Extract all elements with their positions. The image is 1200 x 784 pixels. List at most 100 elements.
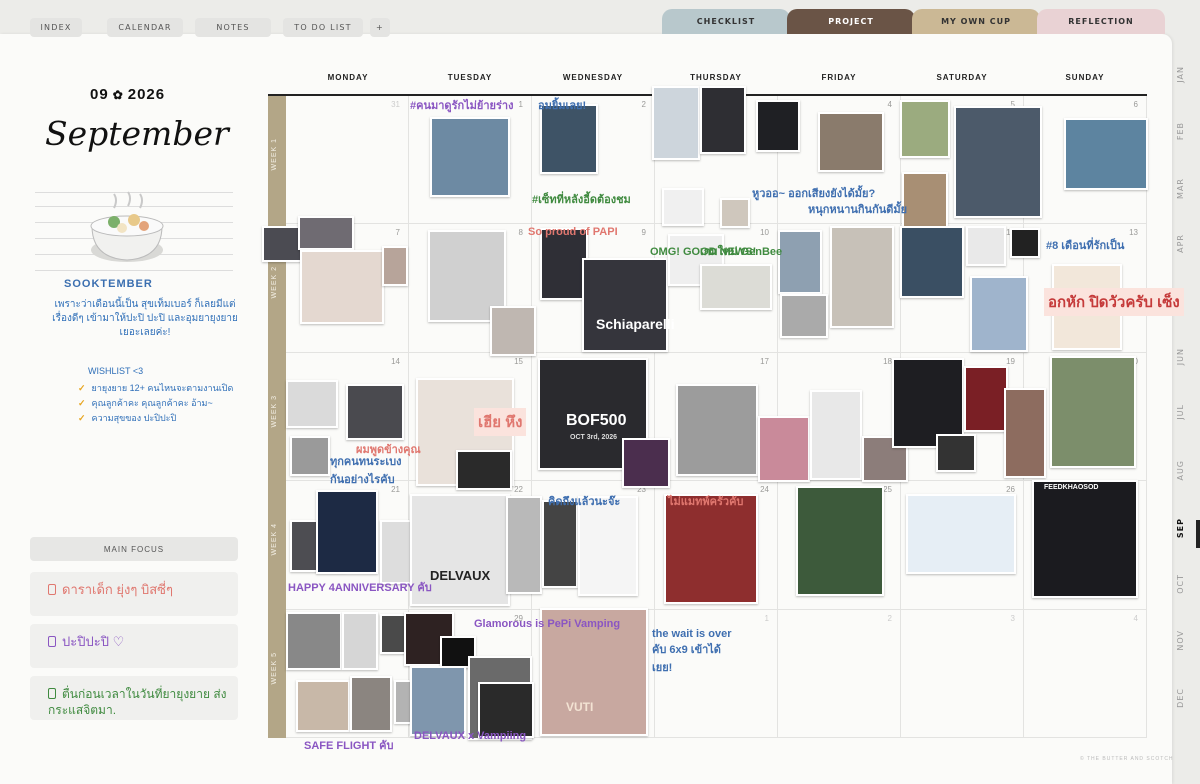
nav-notes-button[interactable]: NOTES xyxy=(195,18,271,37)
day-number: 26 xyxy=(1006,485,1015,495)
collage-photo xyxy=(300,250,384,324)
collage-photo xyxy=(540,228,588,300)
tab-my-own-cup[interactable]: MY OWN CUP xyxy=(912,9,1040,34)
flower-icon: ✿ xyxy=(112,88,124,102)
month-oct[interactable]: OCT xyxy=(1176,574,1194,594)
focus-item[interactable]: ปะปิปะปิ ♡ xyxy=(30,624,238,668)
nav-calendar-button[interactable]: CALENDAR xyxy=(107,18,183,37)
month-jul[interactable]: JUL xyxy=(1176,404,1194,420)
collage-photo xyxy=(380,520,414,584)
collage-photo xyxy=(1004,388,1046,478)
poster-text: BOF500 xyxy=(566,412,627,429)
tab-project[interactable]: PROJECT xyxy=(787,9,915,34)
day-number: 6 xyxy=(1133,100,1138,109)
collage-photo xyxy=(346,384,404,440)
month-dec[interactable]: DEC xyxy=(1176,688,1194,708)
day-number: 18 xyxy=(883,356,892,366)
hotpot-sticker-icon xyxy=(90,191,164,262)
calendar-day-cell[interactable]: 31 xyxy=(286,96,409,225)
calendar-day-cell[interactable]: 4 xyxy=(1024,609,1147,738)
poster-text: DELVAUX xyxy=(430,568,491,583)
wishlist-item: ✓ ยายุงยาย 12+ คนไหนจะตามงานเปิด xyxy=(78,383,234,393)
month-sep[interactable]: SEP xyxy=(1176,518,1194,538)
wishlist-item: ✓ ความสุขของ ปะปิปะปิ xyxy=(78,413,177,423)
handwritten-note: ผมพูดข้างคุณ xyxy=(356,444,421,456)
wishlist-title: WISHLIST <3 xyxy=(88,366,144,376)
day-number: 1 xyxy=(518,100,523,109)
day-number: 19 xyxy=(1006,356,1015,366)
month-jan[interactable]: JAN xyxy=(1176,66,1194,83)
month-apr[interactable]: APR xyxy=(1176,234,1194,253)
month-note: เพราะว่าเดือนนี้เป็น สุขเท็มเบอร์ ก็เลยม… xyxy=(52,299,238,338)
collage-photo xyxy=(1032,480,1138,598)
week-label: WEEK 4 xyxy=(271,523,278,556)
sticker-title: SOOKTEMBER xyxy=(64,278,153,290)
collage-photo xyxy=(902,172,948,228)
day-number: 13 xyxy=(1129,228,1138,238)
day-number: 2 xyxy=(887,613,892,623)
collage-photo xyxy=(964,366,1008,432)
collage-photo xyxy=(796,486,884,596)
handwritten-note: So proud of PAPI xyxy=(528,226,618,238)
calendar-day-cell[interactable]: 3 xyxy=(901,609,1024,738)
collage-photo xyxy=(382,246,408,286)
day-number: 9 xyxy=(641,228,646,238)
collage-photo xyxy=(1010,228,1040,258)
checkbox-icon xyxy=(48,584,56,595)
month-title: September xyxy=(45,114,229,153)
date-year: 2026 xyxy=(127,86,166,103)
poster-text: Schiaparelli xyxy=(596,316,675,332)
day-number: 22 xyxy=(514,485,523,495)
collage-photo xyxy=(430,117,510,197)
tab-checklist[interactable]: CHECKLIST xyxy=(662,9,790,34)
nav-todo-button[interactable]: TO DO LIST xyxy=(283,18,363,37)
checkbox-icon xyxy=(48,688,56,699)
handwritten-note: SAFE FLIGHT คับ xyxy=(304,740,394,752)
day-number: 2 xyxy=(641,100,646,109)
collage-photo xyxy=(652,86,700,160)
handwritten-note: หนุกหนานกินกันดีมั้ย xyxy=(808,204,908,216)
focus-item[interactable]: ตื่นก่อนเวลาในวันที่ยายุงยาย ส่งกระแสจิต… xyxy=(30,676,238,720)
day-number: 14 xyxy=(391,356,400,366)
collage-photo xyxy=(1050,356,1136,468)
collage-photo xyxy=(622,438,670,488)
collage-photo xyxy=(954,106,1042,218)
collage-photo xyxy=(756,100,800,152)
weekday-header: MONDAY xyxy=(327,73,369,82)
date-month: 09 xyxy=(90,86,109,103)
collage-photo xyxy=(342,612,378,670)
tab-reflection[interactable]: REFLECTION xyxy=(1037,9,1165,34)
handwritten-note: the wait is over คับ 6x9 เข้าได้เยย! xyxy=(652,628,732,674)
month-feb[interactable]: FEB xyxy=(1176,122,1194,140)
nav-index-button[interactable]: INDEX xyxy=(30,18,82,37)
collage-photo xyxy=(758,416,810,482)
poster-text: FEEDKHAOSOD xyxy=(1044,484,1099,491)
month-nov[interactable]: NOV xyxy=(1176,630,1194,651)
focus-item[interactable]: ดาราเด็ก ยุ่งๆ บิสซี่ๆ xyxy=(30,572,238,616)
collage-photo xyxy=(700,86,746,154)
collage-photo xyxy=(490,306,536,356)
collage-photo xyxy=(262,226,302,262)
collage-photo xyxy=(818,112,884,172)
wishlist-item: ✓ คุณลูกค้าคะ คุณลูกค้าคะ อ้าม~ xyxy=(78,398,213,408)
collage-photo xyxy=(410,666,466,736)
divider xyxy=(35,270,233,271)
handwritten-note: คิดถึงแล้วนะจ๊ะ xyxy=(548,496,621,508)
collage-photo xyxy=(810,390,862,480)
collage-photo xyxy=(664,494,758,604)
collage-photo xyxy=(456,450,512,490)
collage-photo xyxy=(700,264,772,310)
handwritten-note: Glamorous is PePi Vamping xyxy=(474,618,621,630)
collage-photo xyxy=(720,198,750,228)
collage-photo xyxy=(286,612,342,670)
week-label: WEEK 5 xyxy=(271,651,278,685)
weekday-header: TUESDAY xyxy=(447,73,493,82)
nav-add-button[interactable]: + xyxy=(370,18,390,37)
month-jun[interactable]: JUN xyxy=(1176,348,1194,365)
collage-photo xyxy=(316,490,378,574)
handwritten-note: DELVAUX x Vampiing xyxy=(414,730,527,742)
month-mar[interactable]: MAR xyxy=(1176,178,1194,199)
month-aug[interactable]: AUG xyxy=(1176,460,1194,481)
weekday-header: WEDNESDAY xyxy=(562,73,624,82)
calendar-day-cell[interactable]: 2 xyxy=(778,609,901,738)
